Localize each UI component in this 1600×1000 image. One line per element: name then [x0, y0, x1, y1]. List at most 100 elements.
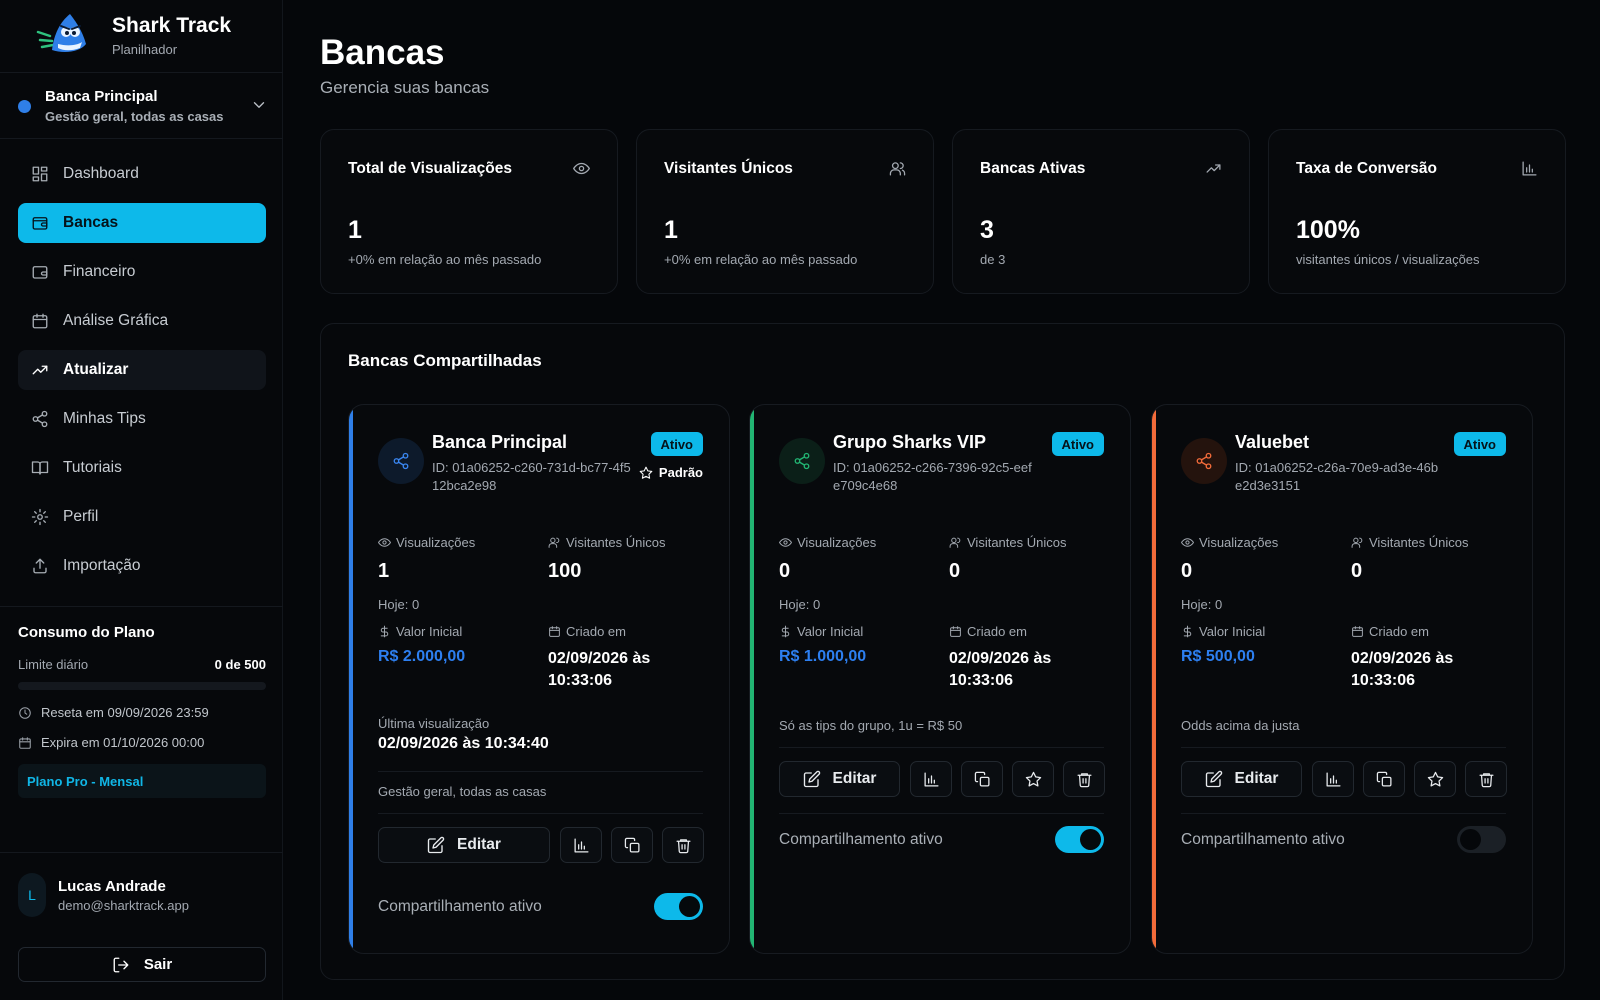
analytics-button[interactable] — [910, 761, 952, 797]
duplicate-button[interactable] — [961, 761, 1003, 797]
metric-label: Valor Inicial — [797, 624, 864, 639]
brand[interactable]: Shark Track Planilhador — [36, 10, 231, 60]
bank-card: Valuebet ID: 01a06252-c26a-70e9-ad3e-46b… — [1151, 404, 1533, 954]
nav-item-label: Tutoriais — [63, 459, 122, 476]
sharing-toggle-row: Compartilhamento ativo — [779, 826, 1104, 853]
stat-value: 1 — [348, 216, 362, 244]
edit-button[interactable]: Editar — [1181, 761, 1302, 797]
card-accent-bar — [1152, 405, 1156, 953]
stat-card-unique-visitors: Visitantes Únicos 1 +0% em relação ao mê… — [636, 129, 934, 294]
trash-icon — [675, 838, 691, 853]
nav-item-dashboard[interactable]: Dashboard — [18, 154, 266, 194]
bank-card: Banca Principal ID: 01a06252-c260-731d-b… — [348, 404, 730, 954]
metric-initial-value: Valor Inicial R$ 500,00 — [1181, 624, 1265, 666]
nav-item-label: Atualizar — [63, 361, 129, 378]
share-icon — [32, 410, 48, 428]
metric-label: Visualizações — [396, 535, 476, 550]
logout-label: Sair — [143, 956, 173, 973]
sharing-toggle[interactable] — [1055, 826, 1104, 853]
bank-selector-description: Gestão geral, todas as casas — [45, 109, 224, 124]
edit-button[interactable]: Editar — [378, 827, 550, 863]
metric-views: Visualizações 0 Hoje: 0 — [779, 535, 876, 612]
logout-button[interactable]: Sair — [18, 947, 266, 982]
metric-label: Criado em — [566, 624, 626, 639]
nav-item-perfil[interactable]: Perfil — [18, 497, 266, 537]
nav-item-label: Perfil — [63, 508, 99, 525]
share-badge — [1181, 438, 1227, 484]
card-accent-bar — [750, 405, 754, 953]
card-id: ID: 01a06252-c26a-70e9-ad3e-46be2d3e3151 — [1235, 460, 1439, 493]
toggle-knob — [1080, 829, 1101, 850]
metric-money: R$ 500,00 — [1181, 648, 1255, 665]
plan-title: Consumo do Plano — [18, 624, 155, 641]
delete-button[interactable] — [1465, 761, 1507, 797]
nav-item-importacao[interactable]: Importação — [18, 546, 266, 586]
sharing-label: Compartilhamento ativo — [779, 830, 943, 848]
calendar-icon — [950, 626, 961, 637]
stat-label: Visitantes Únicos — [664, 160, 793, 177]
app-name: Shark Track — [112, 13, 232, 37]
metric-value: 0 — [949, 560, 961, 582]
stat-label: Total de Visualizações — [348, 160, 512, 177]
status-badge: Ativo — [650, 432, 703, 456]
analytics-button[interactable] — [1312, 761, 1354, 797]
metric-date: 02/09/2026 às 10:33:06 — [548, 650, 651, 689]
delete-button[interactable] — [1063, 761, 1105, 797]
delete-button[interactable] — [662, 827, 704, 863]
user-profile[interactable]: L Lucas Andrade demo@sharktrack.app — [18, 873, 189, 917]
users-icon — [889, 162, 906, 176]
metric-label: Valor Inicial — [396, 624, 463, 639]
dashboard-icon — [32, 166, 48, 182]
calendar-icon — [32, 313, 48, 329]
nav-item-tutoriais[interactable]: Tutoriais — [18, 448, 266, 488]
card-actions: Editar — [1181, 761, 1516, 797]
nav-item-analise-grafica[interactable]: Análise Gráfica — [18, 301, 266, 341]
stat-value: 100% — [1296, 216, 1360, 244]
bank-selector[interactable]: Banca Principal Gestão geral, todas as c… — [18, 84, 268, 128]
metric-value: 0 — [779, 560, 791, 582]
copy-icon — [624, 837, 640, 853]
nav-item-minhas-tips[interactable]: Minhas Tips — [18, 399, 266, 439]
card-id: ID: 01a06252-c260-731d-bc77-4f512bca2e98 — [432, 460, 631, 493]
nav-item-financeiro[interactable]: Financeiro — [18, 252, 266, 292]
sharing-toggle[interactable] — [654, 893, 703, 920]
default-label: Padrão — [658, 465, 703, 480]
divider — [378, 813, 703, 814]
analytics-button[interactable] — [560, 827, 602, 863]
duplicate-button[interactable] — [1363, 761, 1405, 797]
app-subtitle: Planilhador — [112, 41, 178, 57]
nav-item-label: Importação — [63, 557, 141, 574]
set-default-button[interactable] — [1414, 761, 1456, 797]
stat-label: Taxa de Conversão — [1296, 160, 1437, 177]
plan-reset: Reseta em 09/09/2026 23:59 — [18, 705, 266, 720]
card-description: Só as tips do grupo, 1u = R$ 50 — [779, 718, 963, 733]
divider — [0, 852, 283, 853]
eye-icon — [378, 538, 391, 547]
edit-icon — [427, 836, 445, 854]
sharing-toggle[interactable] — [1457, 826, 1506, 853]
nav-item-bancas[interactable]: Bancas — [18, 203, 266, 243]
wallet-icon — [32, 217, 48, 230]
toggle-knob — [679, 896, 700, 917]
last-view-label: Última visualização — [378, 716, 490, 731]
chevron-down-icon — [253, 102, 265, 108]
plan-badge[interactable]: Plano Pro - Mensal — [18, 764, 266, 798]
metric-label: Valor Inicial — [1199, 624, 1266, 639]
nav-item-atualizar[interactable]: Atualizar — [18, 350, 266, 390]
dollar-icon — [781, 625, 790, 638]
edit-button[interactable]: Editar — [779, 761, 900, 797]
avatar: L — [18, 873, 46, 917]
stat-value: 1 — [664, 216, 678, 244]
bank-card: Grupo Sharks VIP ID: 01a06252-c266-7396-… — [749, 404, 1131, 954]
calendar-icon — [1352, 626, 1363, 637]
set-default-button[interactable] — [1012, 761, 1054, 797]
share-badge — [378, 438, 424, 484]
stat-subtext: +0% em relação ao mês passado — [348, 252, 542, 267]
main-nav: Dashboard Bancas Financeiro Análise Gráf… — [18, 154, 266, 595]
last-view-value: 02/09/2026 às 10:34:40 — [378, 735, 549, 752]
edit-label: Editar — [1234, 770, 1279, 787]
duplicate-button[interactable] — [611, 827, 653, 863]
eye-icon — [573, 162, 590, 175]
stat-subtext: visitantes únicos / visualizações — [1296, 252, 1480, 267]
edit-label: Editar — [457, 836, 501, 853]
